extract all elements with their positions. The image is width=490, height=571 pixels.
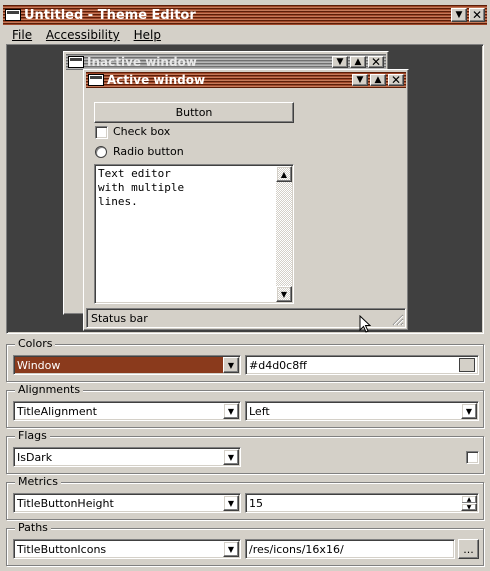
sample-button[interactable]: Button [94, 102, 294, 123]
inactive-maximize-button[interactable]: ▲ [350, 56, 366, 68]
alignment-value-text: Left [249, 404, 270, 418]
metric-value-text: 15 [249, 496, 263, 510]
paths-dropdown[interactable]: TitleButtonIcons ▼ [13, 539, 241, 559]
colors-dropdown[interactable]: Window ▼ [13, 355, 241, 375]
metrics-dropdown[interactable]: TitleButtonHeight ▼ [13, 493, 241, 513]
close-button[interactable]: ✕ [469, 8, 485, 22]
inactive-title-bar[interactable]: Inactive window ▼ ▲ ✕ [66, 54, 386, 70]
sample-status-bar: Status bar [86, 308, 406, 328]
resize-grip-icon[interactable] [392, 314, 404, 326]
minimize-button[interactable]: ▼ [451, 8, 467, 22]
path-value-text: /res/icons/16x16/ [249, 542, 344, 556]
metric-value-spinbox[interactable]: 15 ▲ ▼ [245, 493, 479, 513]
menu-bar: File Accessibility Help [12, 28, 171, 42]
alignments-dropdown[interactable]: TitleAlignment ▼ [13, 401, 241, 421]
active-window[interactable]: Active window ▼ ▲ ✕ Button Check box Rad… [83, 69, 409, 333]
active-maximize-button[interactable]: ▲ [370, 74, 386, 86]
status-bar-text: Status bar [91, 311, 148, 325]
active-window-title: Active window [107, 73, 206, 87]
browse-button[interactable]: ... [458, 539, 479, 559]
color-swatch[interactable] [459, 358, 475, 372]
inactive-close-button[interactable]: ✕ [368, 56, 384, 68]
paths-dropdown-value: TitleButtonIcons [17, 542, 107, 556]
metrics-group: Metrics TitleButtonHeight ▼ 15 ▲ ▼ [6, 475, 484, 520]
text-editor-scrollbar[interactable]: ▲ ▼ [276, 166, 292, 302]
menu-help[interactable]: Help [134, 28, 161, 42]
sample-radio-label: Radio button [113, 145, 184, 158]
sample-text-editor-content: Text editor with multiple lines. [98, 167, 185, 208]
flags-dropdown[interactable]: IsDark ▼ [13, 447, 241, 467]
sample-radio[interactable] [95, 146, 107, 158]
sample-text-editor[interactable]: Text editor with multiple lines. ▲ ▼ [94, 164, 294, 304]
inactive-minimize-button[interactable]: ▼ [332, 56, 348, 68]
menu-file[interactable]: File [12, 28, 32, 42]
sample-checkbox[interactable] [95, 126, 108, 139]
active-window-icon [88, 74, 104, 86]
app-icon[interactable] [5, 9, 21, 21]
flags-legend: Flags [15, 429, 50, 442]
metrics-dropdown-arrow-icon[interactable]: ▼ [223, 495, 239, 511]
active-close-button[interactable]: ✕ [388, 74, 404, 86]
colors-group: Colors Window ▼ #d4d0c8ff [6, 337, 484, 382]
paths-dropdown-arrow-icon[interactable]: ▼ [223, 541, 239, 557]
colors-legend: Colors [15, 337, 56, 350]
preview-area: Inactive window ▼ ▲ ✕ Active window ▼ ▲ … [6, 44, 484, 334]
scroll-down-button[interactable]: ▼ [276, 286, 292, 302]
path-value-input[interactable]: /res/icons/16x16/ [245, 539, 455, 559]
paths-legend: Paths [15, 521, 51, 534]
metrics-legend: Metrics [15, 475, 61, 488]
spin-down-button[interactable]: ▼ [461, 503, 477, 511]
flags-dropdown-value: IsDark [17, 450, 53, 464]
window-title: Untitled - Theme Editor [24, 7, 196, 23]
active-title-bar[interactable]: Active window ▼ ▲ ✕ [86, 72, 406, 88]
flag-checkbox[interactable] [466, 451, 479, 464]
color-value-text: #d4d0c8ff [249, 358, 307, 372]
alignment-value-dropdown[interactable]: Left ▼ [245, 401, 479, 421]
colors-dropdown-value: Window [17, 358, 61, 372]
scroll-up-button[interactable]: ▲ [276, 166, 292, 182]
inactive-window-title: Inactive window [87, 55, 197, 69]
alignments-dropdown-value: TitleAlignment [17, 404, 97, 418]
alignments-group: Alignments TitleAlignment ▼ Left ▼ [6, 383, 484, 428]
alignment-value-arrow-icon[interactable]: ▼ [461, 403, 477, 419]
menu-accessibility[interactable]: Accessibility [46, 28, 120, 42]
alignments-dropdown-arrow-icon[interactable]: ▼ [223, 403, 239, 419]
active-minimize-button[interactable]: ▼ [352, 74, 368, 86]
sample-checkbox-label: Check box [113, 125, 171, 138]
browse-button-label: ... [463, 542, 474, 556]
sample-button-label: Button [175, 106, 213, 119]
mouse-cursor-icon [359, 315, 371, 333]
main-title-bar[interactable]: Untitled - Theme Editor ▼ ✕ [3, 5, 487, 25]
metrics-dropdown-value: TitleButtonHeight [17, 496, 114, 510]
flags-group: Flags IsDark ▼ [6, 429, 484, 474]
colors-dropdown-arrow-icon[interactable]: ▼ [223, 357, 239, 373]
flags-dropdown-arrow-icon[interactable]: ▼ [223, 449, 239, 465]
color-value-input[interactable]: #d4d0c8ff [245, 355, 479, 375]
inactive-window-icon [68, 56, 84, 68]
alignments-legend: Alignments [15, 383, 84, 396]
paths-group: Paths TitleButtonIcons ▼ /res/icons/16x1… [6, 521, 484, 566]
